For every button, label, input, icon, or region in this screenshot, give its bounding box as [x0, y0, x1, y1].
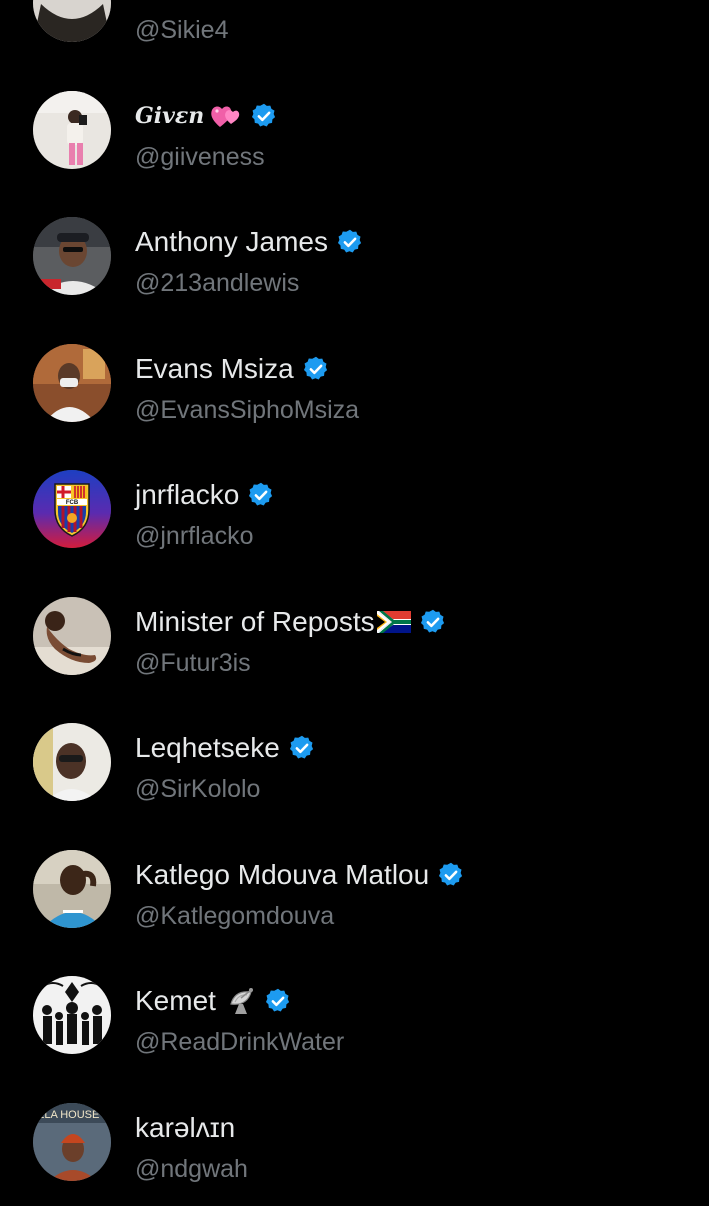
avatar[interactable] [33, 850, 111, 928]
user-row[interactable]: Minister of Reposts @Futur3is [0, 574, 709, 701]
user-handle: @giiveness [135, 141, 265, 173]
user-row[interactable]: Katlego Mdouva Matlou @Katlegomdouva [0, 827, 709, 954]
user-display-name: Kemet [135, 984, 216, 1018]
verified-badge-icon [437, 861, 465, 889]
verified-badge-icon [302, 355, 330, 383]
user-row[interactable]: Givεn @giiveness [0, 68, 709, 195]
user-handle: @SirKololo [135, 773, 260, 805]
house-sign-text: ELA HOUSE [37, 1109, 99, 1121]
user-row[interactable]: @Sikie4 [0, 0, 709, 68]
avatar[interactable] [33, 91, 111, 169]
avatar[interactable] [33, 344, 111, 422]
user-display-name: Evans Msiza [135, 352, 294, 386]
avatar[interactable] [33, 723, 111, 801]
user-handle: @Futur3is [135, 647, 251, 679]
user-handle: @ndgwah [135, 1153, 248, 1185]
user-row[interactable]: ELA HOUSE karəlʌɪn @ndgwah [0, 1080, 709, 1206]
verified-badge-icon [247, 481, 275, 509]
user-display-name: Givεn [135, 99, 204, 133]
verified-badge-icon [419, 608, 447, 636]
satellite-dish-icon [226, 987, 260, 1015]
user-row[interactable]: Kemet @ReadDrinkWater [0, 953, 709, 1080]
user-row[interactable]: Leqhetseke @SirKololo [0, 700, 709, 827]
user-display-name: jnrflacko [135, 478, 239, 512]
user-handle: @213andlewis [135, 267, 299, 299]
user-display-name: Minister of Reposts [135, 605, 375, 639]
user-row[interactable]: Evans Msiza @EvansSiphoMsiza [0, 321, 709, 448]
south-africa-flag-icon [377, 608, 411, 636]
user-handle: @Sikie4 [135, 14, 228, 46]
user-display-name: Anthony James [135, 225, 328, 259]
avatar[interactable] [33, 597, 111, 675]
user-display-name: karəlʌɪn [135, 1111, 235, 1145]
user-display-name: Leqhetseke [135, 731, 280, 765]
verified-badge-icon [250, 102, 278, 130]
verified-badge-icon [264, 987, 292, 1015]
verified-badge-icon [288, 734, 316, 762]
user-row[interactable]: FCB jnrflacko @jnrflacko [0, 447, 709, 574]
user-handle: @ReadDrinkWater [135, 1026, 344, 1058]
user-display-name: Katlego Mdouva Matlou [135, 858, 429, 892]
verified-badge-icon [336, 228, 364, 256]
avatar[interactable]: ELA HOUSE [33, 1103, 111, 1181]
user-handle: @EvansSiphoMsiza [135, 394, 359, 426]
avatar[interactable] [33, 976, 111, 1054]
avatar[interactable]: FCB [33, 470, 111, 548]
avatar[interactable] [33, 0, 111, 42]
user-handle: @jnrflacko [135, 520, 253, 552]
user-row[interactable]: Anthony James @213andlewis [0, 194, 709, 321]
avatar[interactable] [33, 217, 111, 295]
fcb-crest-text: FCB [66, 500, 79, 506]
user-handle: @Katlegomdouva [135, 900, 334, 932]
heart-icon [208, 102, 242, 130]
following-list: @Sikie4 Givεn [0, 0, 709, 1206]
